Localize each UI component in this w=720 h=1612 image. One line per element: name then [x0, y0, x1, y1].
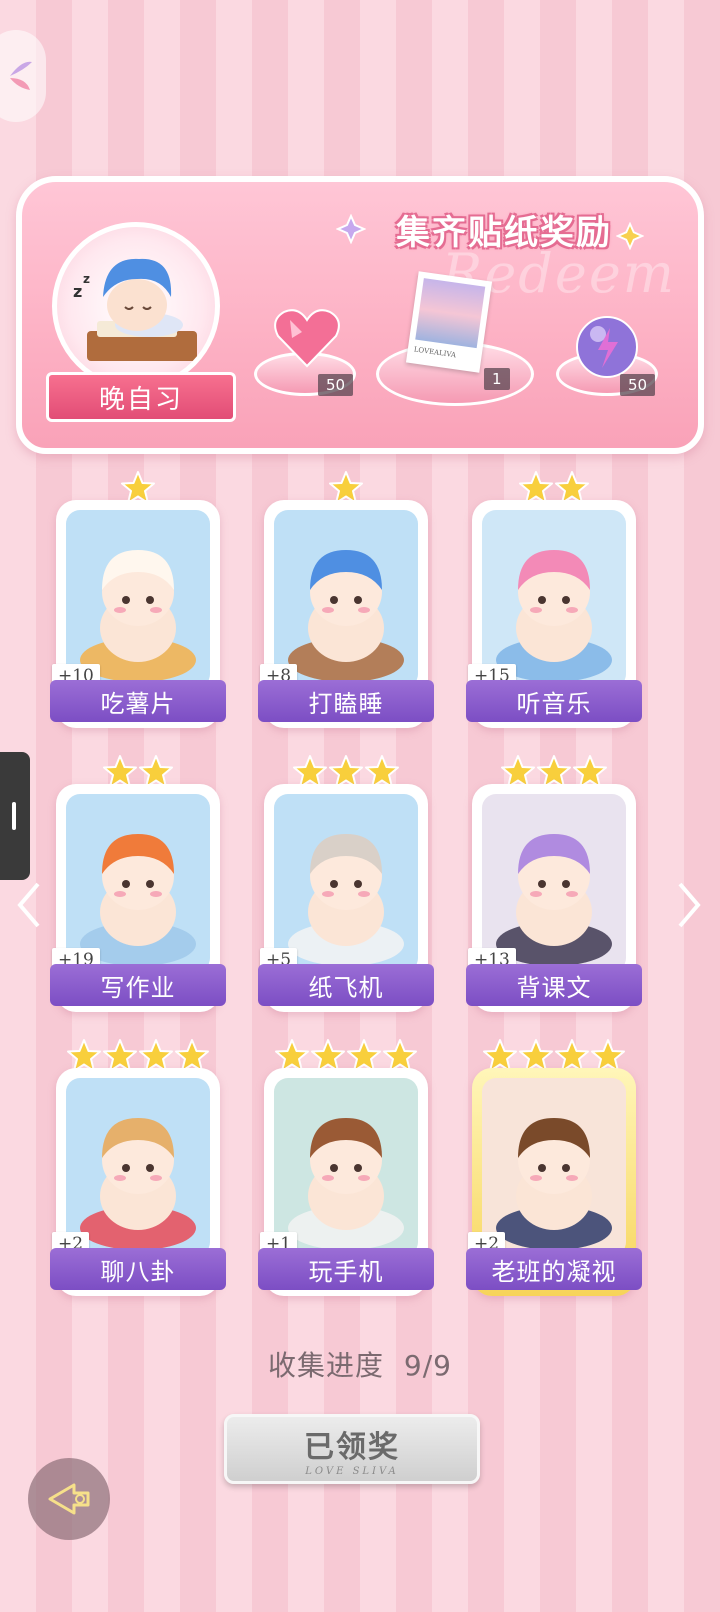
- sticker-card[interactable]: +15 听音乐: [466, 470, 642, 730]
- sticker-name: 聊八卦: [50, 1248, 226, 1290]
- sticker-card[interactable]: +5 纸飞机: [258, 754, 434, 1014]
- sticker-name: 听音乐: [466, 680, 642, 722]
- sticker-card[interactable]: +13 背课文: [466, 754, 642, 1014]
- sticker-frame: +15 听音乐: [466, 500, 642, 728]
- sticker-art: [66, 794, 210, 972]
- sticker-frame: +5 纸飞机: [258, 784, 434, 1012]
- next-page-arrow-icon[interactable]: [676, 880, 704, 930]
- sticker-art: [274, 1078, 418, 1256]
- sticker-name: 打瞌睡: [258, 680, 434, 722]
- sticker-frame: +19 写作业: [50, 784, 226, 1012]
- back-arrow-icon: [48, 1483, 90, 1515]
- sticker-name: 老班的凝视: [466, 1248, 642, 1290]
- svg-text:z: z: [83, 272, 90, 286]
- prev-page-arrow-icon[interactable]: [14, 880, 42, 930]
- boy-sleeping-desk-icon: [288, 550, 404, 682]
- sticker-card[interactable]: +2 老班的凝视: [466, 1038, 642, 1298]
- collection-progress: 收集进度 9/9: [0, 1344, 720, 1384]
- sticker-card[interactable]: +8 打瞌睡: [258, 470, 434, 730]
- reward-banner: Redeem 集齐贴纸奖励 z z 晚自习 50 LOVEALIVA 1 50: [16, 176, 704, 454]
- sleeping-boy-icon: z z: [73, 258, 197, 361]
- sticker-art: [274, 510, 418, 688]
- svg-text:z: z: [73, 282, 82, 301]
- claimed-button-sub: LOVE SLIVA: [305, 1465, 399, 1477]
- teacher-glasses-icon: [496, 1118, 612, 1250]
- sticker-name: 背课文: [466, 964, 642, 1006]
- sticker-name: 玩手机: [258, 1248, 434, 1290]
- reward-count-2: 1: [484, 368, 510, 390]
- petal-icon: [10, 61, 32, 90]
- sticker-art: [66, 510, 210, 688]
- sticker-art: [66, 1078, 210, 1256]
- heart-gem-icon: [274, 309, 340, 368]
- claimed-button-label: 已领奖: [304, 1429, 400, 1465]
- claimed-button[interactable]: 已领奖 LOVE SLIVA: [224, 1414, 480, 1484]
- sticker-art: [482, 510, 626, 688]
- progress-value: 9/9: [403, 1349, 452, 1382]
- progress-label: 收集进度: [268, 1349, 385, 1382]
- banner-title: 集齐贴纸奖励: [396, 212, 612, 253]
- girl-reciting-icon: [496, 834, 612, 966]
- girl-phone-icon: [288, 1118, 404, 1250]
- reward-count-3: 50: [620, 374, 656, 396]
- back-button[interactable]: [28, 1458, 110, 1540]
- sticker-art: [482, 794, 626, 972]
- sticker-card[interactable]: +10 吃薯片: [50, 470, 226, 730]
- sticker-frame: +8 打瞌睡: [258, 500, 434, 728]
- sticker-art: [482, 1078, 626, 1256]
- banner-title-wrap: 集齐贴纸奖励: [354, 200, 654, 258]
- side-drawer-handle[interactable]: [0, 752, 30, 880]
- energy-orb-icon: [576, 316, 638, 378]
- sticker-frame: +13 背课文: [466, 784, 642, 1012]
- corner-menu-button[interactable]: [0, 30, 46, 122]
- medal-avatar: z z: [52, 222, 220, 390]
- boy-homework-icon: [80, 834, 196, 966]
- sticker-card[interactable]: +2 聊八卦: [50, 1038, 226, 1298]
- cat-eating-chips-icon: [80, 550, 196, 682]
- medal-label: 晚自习: [46, 372, 236, 422]
- sticker-card[interactable]: +19 写作业: [50, 754, 226, 1014]
- sticker-frame: +2 聊八卦: [50, 1068, 226, 1296]
- sticker-card[interactable]: +1 玩手机: [258, 1038, 434, 1298]
- girl-headphones-icon: [496, 550, 612, 682]
- photo-card-caption: LOVEALIVA: [413, 345, 457, 360]
- reward-count-1: 50: [318, 374, 354, 396]
- photo-card-icon: LOVEALIVA: [405, 271, 493, 373]
- sticker-frame: +2 老班的凝视: [466, 1068, 642, 1296]
- sticker-name: 写作业: [50, 964, 226, 1006]
- sticker-name: 吃薯片: [50, 680, 226, 722]
- sticker-frame: +10 吃薯片: [50, 500, 226, 728]
- sticker-name: 纸飞机: [258, 964, 434, 1006]
- sticker-frame: +1 玩手机: [258, 1068, 434, 1296]
- sticker-art: [274, 794, 418, 972]
- dog-watermelon-icon: [80, 1118, 196, 1250]
- cat-paper-plane-icon: [288, 834, 404, 966]
